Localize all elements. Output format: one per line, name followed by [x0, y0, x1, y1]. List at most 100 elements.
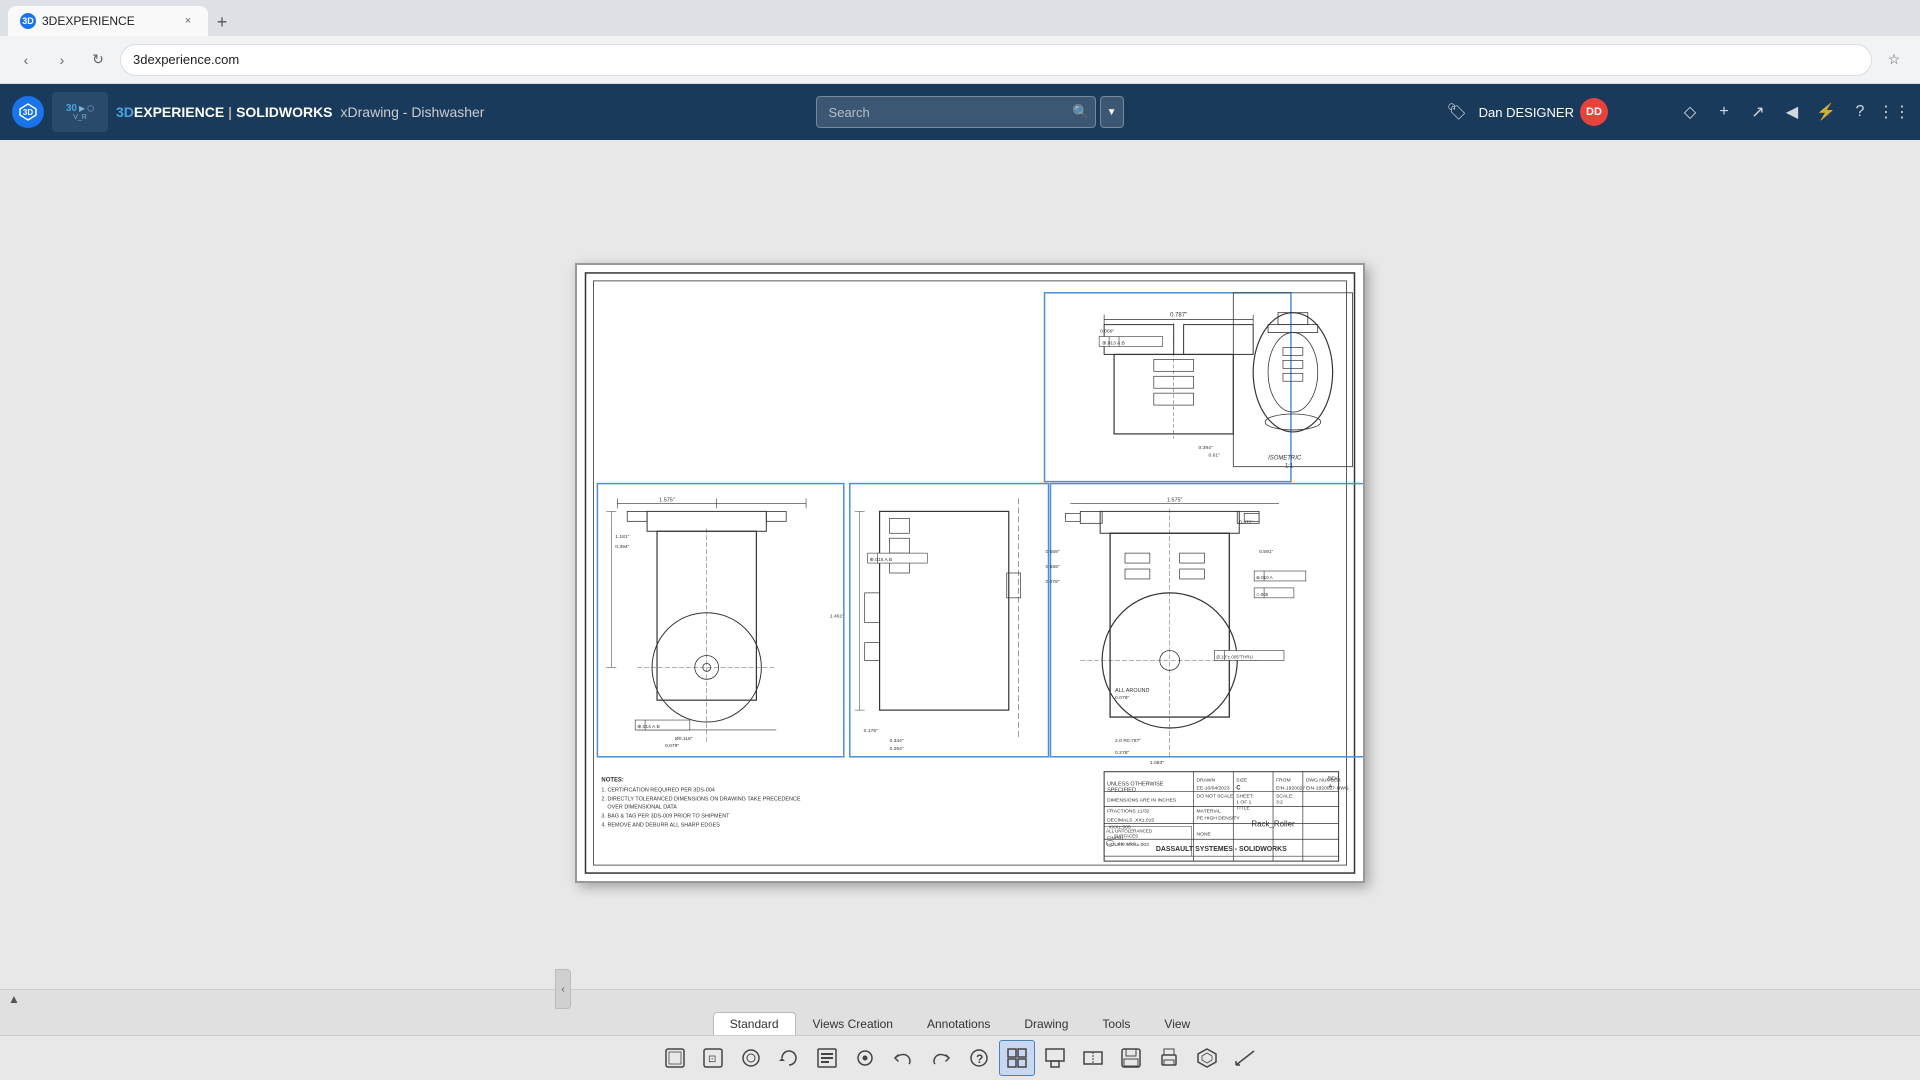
main-content: ‹: [0, 140, 1920, 1080]
svg-text:0.079": 0.079": [665, 742, 679, 748]
tab-standard[interactable]: Standard: [713, 1012, 796, 1035]
more-icon-btn[interactable]: ⋮⋮: [1880, 98, 1908, 126]
undo-btn[interactable]: [885, 1040, 921, 1076]
address-input[interactable]: [120, 44, 1872, 76]
svg-text:OVER DIMENSIONAL DATA: OVER DIMENSIONAL DATA: [607, 804, 677, 810]
toolbar-button-row: ⊡: [0, 1035, 1920, 1080]
brand-solidworks: SOLIDWORKS: [236, 104, 332, 120]
svg-text:0.659": 0.659": [1046, 564, 1060, 570]
svg-text:DECIMALS .XX±.015: DECIMALS .XX±.015: [1107, 817, 1154, 823]
tab-drawing[interactable]: Drawing: [1007, 1012, 1085, 1035]
document-name: xDrawing - Dishwasher: [341, 104, 485, 120]
svg-text:ALL AROUND: ALL AROUND: [1115, 688, 1149, 694]
new-tab-btn[interactable]: +: [208, 8, 236, 36]
header-actions: ◇ + ↗ ◀ ⚡ ? ⋮⋮: [1676, 98, 1908, 126]
tab-tools[interactable]: Tools: [1085, 1012, 1147, 1035]
forward-btn[interactable]: ›: [48, 46, 76, 74]
svg-text:1.575": 1.575": [1167, 497, 1183, 503]
add-icon-btn[interactable]: +: [1710, 98, 1738, 126]
active-tab[interactable]: 3D 3DEXPERIENCE ×: [8, 6, 208, 36]
svg-text:DIMENSIONS ARE IN INCHES: DIMENSIONS ARE IN INCHES: [1107, 797, 1177, 803]
drawing-area: ‹: [0, 140, 1920, 989]
collaborate-icon-btn[interactable]: ◀: [1778, 98, 1806, 126]
svg-text:SPECIFIED: SPECIFIED: [1107, 787, 1136, 793]
compass-icon-btn[interactable]: ◇: [1676, 98, 1704, 126]
title-separator: |: [228, 104, 232, 120]
tag-icon-btn[interactable]: 🏷: [1443, 98, 1471, 126]
drawing-svg: UNLESS OTHERWISE SPECIFIED DRAWN EE-10/0…: [577, 265, 1363, 881]
svg-text:0.394": 0.394": [615, 544, 629, 550]
help-btn[interactable]: ?: [961, 1040, 997, 1076]
bookmark-btn[interactable]: ☆: [1880, 46, 1908, 74]
select-tool-btn[interactable]: [657, 1040, 693, 1076]
toolbar-collapse-btn[interactable]: ▲: [8, 992, 20, 1006]
help-icon-btn[interactable]: ?: [1846, 98, 1874, 126]
svg-text:0.278": 0.278": [1115, 749, 1129, 755]
svg-text:◇.005: ◇.005: [1256, 591, 1269, 596]
svg-text:PE HIGH DENSITY: PE HIGH DENSITY: [1197, 815, 1241, 821]
svg-text:0.079": 0.079": [1115, 695, 1129, 701]
tab-view[interactable]: View: [1147, 1012, 1207, 1035]
app-logo[interactable]: 3D: [12, 96, 44, 128]
tab-views-creation[interactable]: Views Creation: [796, 1012, 910, 1035]
svg-text:0.591": 0.591": [1259, 549, 1273, 555]
svg-text:0.264": 0.264": [890, 745, 904, 751]
svg-text:3D: 3D: [23, 108, 33, 117]
share-icon-btn[interactable]: ↗: [1744, 98, 1772, 126]
projected-view-btn[interactable]: [1037, 1040, 1073, 1076]
tab-bar: 3D 3DEXPERIENCE × +: [0, 0, 1920, 36]
tab-title: 3DEXPERIENCE: [42, 14, 135, 28]
svg-text:⊕.013 A B: ⊕.013 A B: [1102, 340, 1125, 346]
search-icon-btn[interactable]: 🔍: [1072, 104, 1089, 121]
back-btn[interactable]: ‹: [12, 46, 40, 74]
user-info: Dan DESIGNER DD: [1479, 98, 1608, 126]
svg-text:1 OF 1: 1 OF 1: [1236, 799, 1251, 805]
app-header: 3D 30 ▶ ⬡ V_R 3D EXPERIENCE | SOLIDWORKS…: [0, 84, 1920, 140]
update-btn[interactable]: [771, 1040, 807, 1076]
svg-text:3. BAG & TAG PER 3DS-009 PRIOR: 3. BAG & TAG PER 3DS-009 PRIOR TO SHIPME…: [601, 813, 730, 819]
svg-text:1.461": 1.461": [830, 613, 844, 619]
svg-text:⊕.015 A B: ⊕.015 A B: [870, 557, 893, 563]
search-container: 🔍 ▼: [816, 96, 1096, 128]
measure-btn[interactable]: [1227, 1040, 1263, 1076]
panel-collapse-handle[interactable]: ‹: [555, 969, 571, 1009]
tab-favicon: 3D: [20, 13, 36, 29]
svg-text:SHEET:: SHEET:: [1236, 793, 1253, 799]
svg-text:2. DIRECTLY TOLERANCED DIMENSI: 2. DIRECTLY TOLERANCED DIMENSIONS ON DRA…: [601, 796, 801, 802]
svg-text:1.181": 1.181": [615, 534, 629, 540]
svg-text:EE-10/04/2023: EE-10/04/2023: [1197, 785, 1230, 791]
user-avatar[interactable]: DD: [1580, 98, 1608, 126]
svg-text:FROM: FROM: [1276, 777, 1291, 783]
compass-widget[interactable]: 30 ▶ ⬡ V_R: [52, 92, 108, 132]
search-dropdown-btn[interactable]: ▼: [1100, 96, 1124, 128]
redo-btn[interactable]: [923, 1040, 959, 1076]
svg-text:0.787": 0.787": [1170, 312, 1187, 318]
svg-text:NOTES:: NOTES:: [601, 777, 624, 783]
section-view-btn[interactable]: [1075, 1040, 1111, 1076]
tab-annotations[interactable]: Annotations: [910, 1012, 1007, 1035]
svg-text:1:1: 1:1: [1285, 463, 1294, 469]
brand-experience: EXPERIENCE: [134, 104, 224, 120]
svg-text:Rack_Roller: Rack_Roller: [1251, 819, 1295, 828]
toolbar-tabs: Standard Views Creation Annotations Draw…: [713, 1008, 1207, 1035]
3d-view-btn[interactable]: [1189, 1040, 1225, 1076]
model-items-btn[interactable]: [733, 1040, 769, 1076]
reload-btn[interactable]: ↻: [84, 46, 112, 74]
svg-text:FRACTIONS ±1/32: FRACTIONS ±1/32: [1107, 808, 1150, 814]
svg-text:0.078": 0.078": [1046, 578, 1060, 584]
dimension-btn[interactable]: ⊡: [695, 1040, 731, 1076]
svg-text:1.083": 1.083": [1150, 759, 1164, 765]
options-btn[interactable]: [847, 1040, 883, 1076]
svg-text:EIN-1920027: EIN-1920027: [1276, 785, 1305, 791]
search-input[interactable]: [816, 96, 1096, 128]
bottom-toolbar: ▲ Standard Views Creation Annotations Dr…: [0, 989, 1920, 1080]
drawing-view-btn[interactable]: [999, 1040, 1035, 1076]
properties-btn[interactable]: [809, 1040, 845, 1076]
svg-text:0.394": 0.394": [1199, 444, 1213, 450]
tab-close-btn[interactable]: ×: [180, 13, 196, 29]
print-btn[interactable]: [1151, 1040, 1187, 1076]
save-btn[interactable]: [1113, 1040, 1149, 1076]
drawing-sheet: UNLESS OTHERWISE SPECIFIED DRAWN EE-10/0…: [575, 263, 1365, 883]
user-name: Dan DESIGNER: [1479, 105, 1574, 120]
workflow-icon-btn[interactable]: ⚡: [1812, 98, 1840, 126]
